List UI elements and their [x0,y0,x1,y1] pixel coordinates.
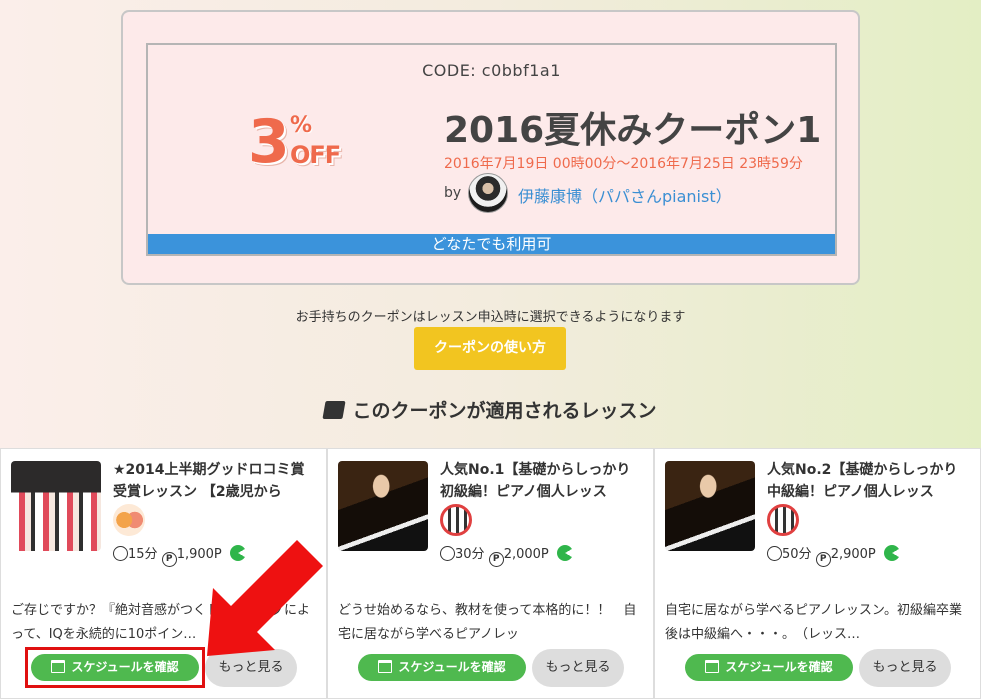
coupon-code: CODE: c0bbf1a1 [422,61,561,80]
lesson-meta: 50分 P 2,900P [767,543,900,567]
schedule-button-label: スケジュールを確認 [398,660,506,674]
teacher-icon [440,504,472,536]
teacher-icon [767,504,799,536]
lesson-price: 2,000P [503,547,549,562]
lesson-description: 自宅に居ながら学べるピアノレッスン。初級編卒業後は中級編へ・・・。 （レッス… [665,603,963,642]
more-button[interactable]: もっと見る [532,649,624,687]
clock-icon [767,546,782,561]
section-title-text: このクーポンが適用されるレッスン [352,400,657,422]
availability-bar: どなたでも利用可 [148,234,835,254]
lesson-duration: 15分 [128,547,158,562]
discount-badge: 3 % OFF [248,107,358,177]
discount-off-label: OFF [290,141,341,169]
highlight-box [25,647,205,688]
schedule-button[interactable]: スケジュールを確認 [358,654,526,681]
lesson-duration: 30分 [455,547,485,562]
coupon-howto-button[interactable]: クーポンの使い方 [414,327,566,370]
clock-icon [440,546,455,561]
lesson-card: 人気No.1【基礎からしっかり初級編！ピアノ個人レッス 30分 P 2,000P … [327,448,654,699]
schedule-button-label: スケジュールを確認 [725,660,833,674]
lesson-title[interactable]: 人気No.2【基礎からしっかり中級編！ピアノ個人レッス [767,459,967,503]
calendar-icon [378,660,393,673]
lesson-description: どうせ始めるなら、教材を使って本格的に！！ 自宅に居ながら学べるピアノレッ [338,603,637,642]
point-icon: P [815,552,831,567]
lesson-list: ★2014上半期グッドロコミ賞受賞レッスン 【2歳児から 15分 P 1,900P… [0,448,981,699]
more-button[interactable]: もっと見る [859,649,951,687]
teacher-icon [113,504,145,536]
lesson-thumbnail[interactable] [338,461,428,551]
lesson-card: 人気No.2【基礎からしっかり中級編！ピアノ個人レッス 50分 P 2,900P … [654,448,981,699]
lesson-price: 2,900P [830,547,876,562]
calendar-icon [705,660,720,673]
coupon-period: 2016年7月19日 00時00分～2016年7月25日 23時59分 [444,156,803,172]
coupon-card: CODE: c0bbf1a1 3 % OFF 2016夏休みクーポン1 2016… [121,10,860,285]
discount-number: 3 [248,107,290,177]
pointer-arrow-icon [207,540,323,656]
lesson-title[interactable]: ★2014上半期グッドロコミ賞受賞レッスン 【2歳児から [113,459,313,503]
lesson-title[interactable]: 人気No.1【基礎からしっかり初級編！ピアノ個人レッス [440,459,640,503]
coupon-ticket: CODE: c0bbf1a1 3 % OFF 2016夏休みクーポン1 2016… [146,43,837,256]
author-link[interactable]: 伊藤康博（パパさんpianist） [518,183,732,207]
lesson-duration: 50分 [782,547,812,562]
section-title: このクーポンが適用されるレッスン [0,396,981,423]
discount-percent-sign: % [290,113,313,138]
coupon-title: 2016夏休みクーポン1 [444,110,822,151]
lesson-meta: 30分 P 2,000P [440,543,573,567]
schedule-button[interactable]: スケジュールを確認 [685,654,853,681]
coupon-notice: お手持ちのクーポンはレッスン申込時に選択できるようになります [295,310,686,325]
lesson-thumbnail[interactable] [665,461,755,551]
by-label: by [444,185,462,201]
author-avatar[interactable] [468,173,508,213]
status-icon [556,545,573,561]
status-icon [883,545,900,561]
point-icon: P [488,552,504,567]
lesson-thumbnail[interactable] [11,461,101,551]
point-icon: P [161,552,177,567]
clock-icon [113,546,128,561]
book-icon [322,401,347,419]
